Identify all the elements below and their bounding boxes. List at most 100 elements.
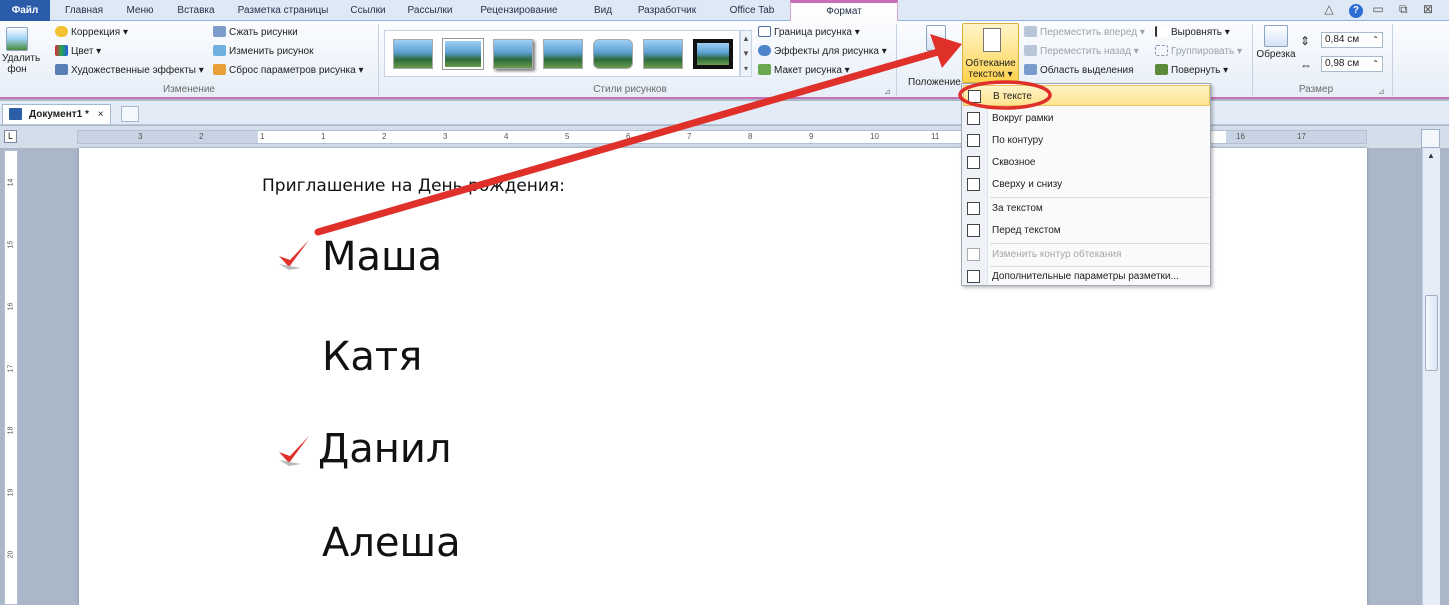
- wrap-text-menu: В тексте Вокруг рамки По контуру Сквозно…: [961, 83, 1211, 286]
- group-separator: [1392, 24, 1393, 96]
- document-tab[interactable]: Документ1 * ×: [2, 104, 111, 124]
- tab-references[interactable]: Ссылки: [343, 0, 393, 21]
- close-icon[interactable]: ⊠: [1423, 2, 1439, 16]
- scroll-up-icon[interactable]: ▲: [1427, 151, 1435, 160]
- minimize-ribbon-icon[interactable]: △: [1324, 2, 1339, 16]
- align-icon: [1155, 26, 1168, 37]
- picture-layout-button[interactable]: Макет рисунка ▾: [758, 63, 850, 79]
- picture-style-thumb[interactable]: [493, 39, 533, 69]
- menu-item-in-front-of-text[interactable]: Перед текстом: [963, 220, 1210, 241]
- vertical-scrollbar[interactable]: ▲: [1422, 148, 1440, 605]
- square-wrap-icon: [967, 112, 980, 125]
- vruler-tick-label: 20: [7, 550, 15, 559]
- ruler-tick-label: 2: [199, 132, 204, 141]
- gallery-up-icon[interactable]: ▲: [741, 31, 751, 46]
- picture-border-button[interactable]: Граница рисунка ▾: [758, 25, 860, 41]
- remove-background-button[interactable]: Удалить фон: [2, 27, 40, 75]
- rotate-button[interactable]: Повернуть ▾: [1155, 63, 1228, 79]
- ruler-tick-label: 3: [443, 132, 448, 141]
- tab-format[interactable]: Формат: [790, 0, 898, 22]
- checkmark-icon[interactable]: [275, 430, 315, 470]
- selection-pane-button[interactable]: Область выделения: [1024, 63, 1134, 79]
- wrap-text-icon: [983, 28, 1001, 52]
- picture-style-thumb[interactable]: [693, 39, 733, 69]
- close-tab-icon[interactable]: ×: [98, 109, 104, 120]
- tab-review[interactable]: Рецензирование: [466, 0, 572, 21]
- scrollbar-thumb[interactable]: [1425, 295, 1438, 371]
- through-wrap-icon: [967, 156, 980, 169]
- menu-item-through[interactable]: Сквозное: [963, 152, 1210, 173]
- menu-item-edit-wrap-points[interactable]: Изменить контур обтекания: [963, 244, 1210, 265]
- menu-item-tight[interactable]: По контуру: [963, 130, 1210, 151]
- in-front-text-icon: [967, 224, 980, 237]
- minimize-icon[interactable]: ▭: [1372, 2, 1389, 16]
- checkmark-icon[interactable]: [275, 234, 315, 274]
- picture-style-thumb[interactable]: [593, 39, 633, 69]
- tab-home[interactable]: Главная: [55, 0, 113, 21]
- dialog-launcher-icon[interactable]: ⊿: [1378, 87, 1385, 96]
- menu-item-in-line[interactable]: В тексте: [963, 85, 1210, 106]
- send-backward-button[interactable]: Переместить назад ▾: [1024, 44, 1139, 60]
- compress-pictures-button[interactable]: Сжать рисунки: [213, 25, 298, 41]
- color-icon: [55, 45, 68, 56]
- menu-item-more-layout-options[interactable]: Дополнительные параметры разметки...: [963, 266, 1210, 287]
- group-label-change: Изменение: [163, 84, 215, 95]
- menu-item-square[interactable]: Вокруг рамки: [963, 108, 1210, 129]
- gallery-down-icon[interactable]: ▼: [741, 46, 751, 61]
- height-field[interactable]: 0,84 см ⌃: [1321, 32, 1383, 48]
- group-button[interactable]: Группировать ▾: [1155, 44, 1242, 60]
- width-field[interactable]: 0,98 см ⌃: [1321, 56, 1383, 72]
- tab-selector[interactable]: L: [4, 130, 17, 143]
- new-tab-button[interactable]: [121, 106, 139, 122]
- picture-style-thumb[interactable]: [543, 39, 583, 69]
- menu-item-behind-text[interactable]: За текстом: [963, 198, 1210, 219]
- correction-button[interactable]: Коррекция ▾: [55, 25, 128, 41]
- tab-menu[interactable]: Меню: [118, 0, 162, 21]
- tab-file[interactable]: Файл: [0, 0, 50, 21]
- picture-style-thumb[interactable]: [643, 39, 683, 69]
- selection-pane-icon: [1024, 64, 1037, 75]
- wrap-text-button[interactable]: Обтекание текстом ▾: [962, 23, 1019, 83]
- gallery-scroll[interactable]: ▲ ▼ ▾: [740, 30, 752, 77]
- list-item-name: Алеша: [322, 520, 461, 566]
- view-ruler-button[interactable]: [1421, 129, 1440, 148]
- position-icon: [926, 25, 946, 51]
- help-icon[interactable]: ?: [1348, 4, 1363, 18]
- tab-insert[interactable]: Вставка: [168, 0, 224, 21]
- tab-developer[interactable]: Разработчик: [622, 0, 712, 21]
- width-icon: ⇔: [1300, 58, 1312, 72]
- artistic-effects-button[interactable]: Художественные эффекты ▾: [55, 63, 204, 79]
- ruler-margin-right: [1226, 131, 1366, 143]
- layout-icon: [758, 64, 771, 75]
- tab-mailings[interactable]: Рассылки: [399, 0, 461, 21]
- list-item-name: Маша: [322, 234, 443, 280]
- restore-icon[interactable]: ⧉: [1399, 2, 1414, 16]
- reset-picture-button[interactable]: Сброс параметров рисунка ▾: [213, 63, 363, 79]
- remove-background-icon: [6, 27, 28, 51]
- picture-style-thumb[interactable]: [442, 38, 484, 70]
- color-button[interactable]: Цвет ▾: [55, 44, 101, 60]
- ruler-tick-label: 10: [870, 132, 879, 141]
- spinner-icon[interactable]: ⌃: [1372, 33, 1379, 47]
- vruler-tick-label: 18: [7, 426, 15, 435]
- picture-style-thumb[interactable]: [393, 39, 433, 69]
- tab-page-layout[interactable]: Разметка страницы: [232, 0, 334, 21]
- invitation-title: Приглашение на День рождения:: [262, 176, 565, 196]
- align-button[interactable]: Выровнять ▾: [1155, 25, 1230, 41]
- spinner-icon[interactable]: ⌃: [1372, 57, 1379, 71]
- crop-button[interactable]: Обрезка: [1256, 25, 1296, 60]
- position-button[interactable]: Положение: [908, 25, 961, 88]
- tab-view[interactable]: Вид: [583, 0, 623, 21]
- bring-forward-button[interactable]: Переместить вперед ▾: [1024, 25, 1145, 41]
- picture-styles-gallery[interactable]: [384, 30, 740, 77]
- dialog-launcher-icon[interactable]: ⊿: [884, 87, 891, 96]
- gallery-more-icon[interactable]: ▾: [741, 61, 751, 76]
- change-picture-button[interactable]: Изменить рисунок: [213, 44, 314, 60]
- tab-office-tab[interactable]: Office Tab: [720, 0, 784, 21]
- bring-forward-icon: [1024, 26, 1037, 37]
- ruler-tick-label: 9: [809, 132, 814, 141]
- group-label-styles: Стили рисунков: [593, 84, 667, 95]
- menu-item-top-bottom[interactable]: Сверху и снизу: [963, 174, 1210, 195]
- vertical-ruler: 14 15 16 17 18 19 20: [4, 150, 18, 605]
- picture-effects-button[interactable]: Эффекты для рисунка ▾: [758, 44, 887, 60]
